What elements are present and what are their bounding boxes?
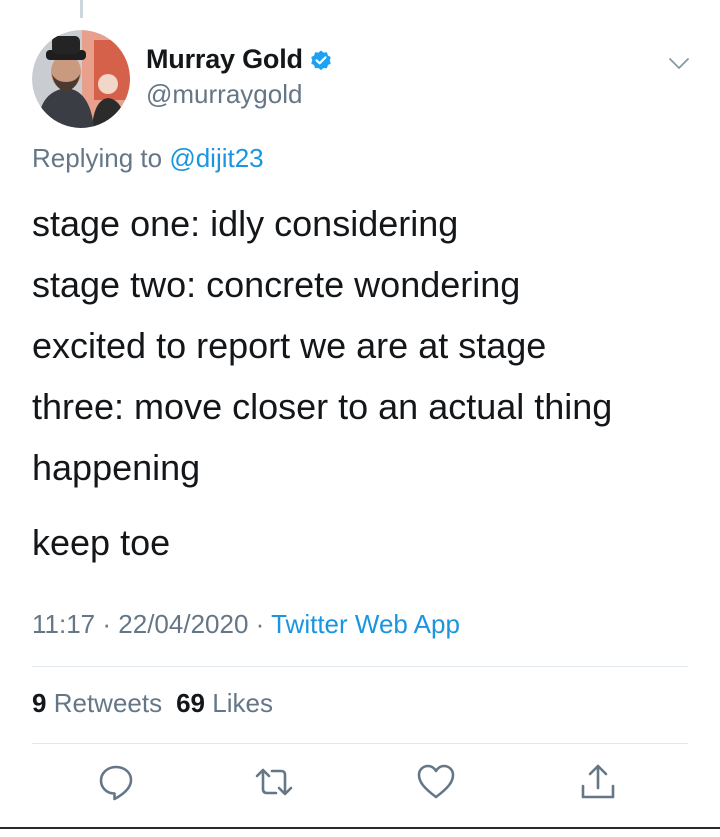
retweet-icon[interactable] <box>254 762 294 802</box>
meta-separator: · <box>255 609 265 639</box>
tweet-line: stage one: idly considering <box>32 203 459 244</box>
likes-count: 69 <box>176 688 206 718</box>
tweet-line: stage two: concrete wondering <box>32 264 521 305</box>
tweet-line: happening <box>32 447 201 488</box>
engagement-stats: 9 Retweets 69 Likes <box>32 688 273 719</box>
likes-label: Likes <box>212 688 273 718</box>
author-avatar[interactable] <box>32 30 130 128</box>
replying-to: Replying to @dijit23 <box>32 143 264 174</box>
verified-badge-icon <box>311 50 331 70</box>
thread-connector-line <box>80 0 83 18</box>
tweet-text: stage one: idly considering stage two: c… <box>32 193 702 573</box>
action-bar <box>0 762 720 812</box>
share-icon[interactable] <box>578 762 618 802</box>
retweets-stat[interactable]: 9 Retweets <box>32 688 162 718</box>
reply-mention-link[interactable]: @dijit23 <box>169 143 263 173</box>
divider <box>32 666 688 667</box>
tweet-line: excited to report we are at stage <box>32 325 547 366</box>
tweet-source-link[interactable]: Twitter Web App <box>271 609 460 639</box>
meta-separator: · <box>102 609 112 639</box>
avatar-image <box>32 30 130 128</box>
heart-icon[interactable] <box>416 762 456 802</box>
likes-stat[interactable]: 69 Likes <box>176 688 273 718</box>
chevron-down-icon[interactable] <box>668 52 690 74</box>
replying-to-label: Replying to <box>32 143 163 173</box>
tweet-date[interactable]: 22/04/2020 <box>118 609 248 639</box>
author-handle[interactable]: @murraygold <box>146 79 333 110</box>
tweet-line: three: move closer to an actual thing <box>32 386 613 427</box>
tweet-metadata: 11:17 · 22/04/2020 · Twitter Web App <box>32 609 460 640</box>
tweet-closing-line: keep toe <box>32 522 171 563</box>
bottom-edge-border <box>0 827 720 837</box>
author-info: Murray Gold @murraygold <box>146 44 333 110</box>
retweets-count: 9 <box>32 688 47 718</box>
divider <box>32 743 688 744</box>
reply-icon[interactable] <box>96 762 136 802</box>
author-display-name[interactable]: Murray Gold <box>146 44 303 75</box>
tweet-time[interactable]: 11:17 <box>32 609 95 639</box>
retweets-label: Retweets <box>53 688 163 718</box>
